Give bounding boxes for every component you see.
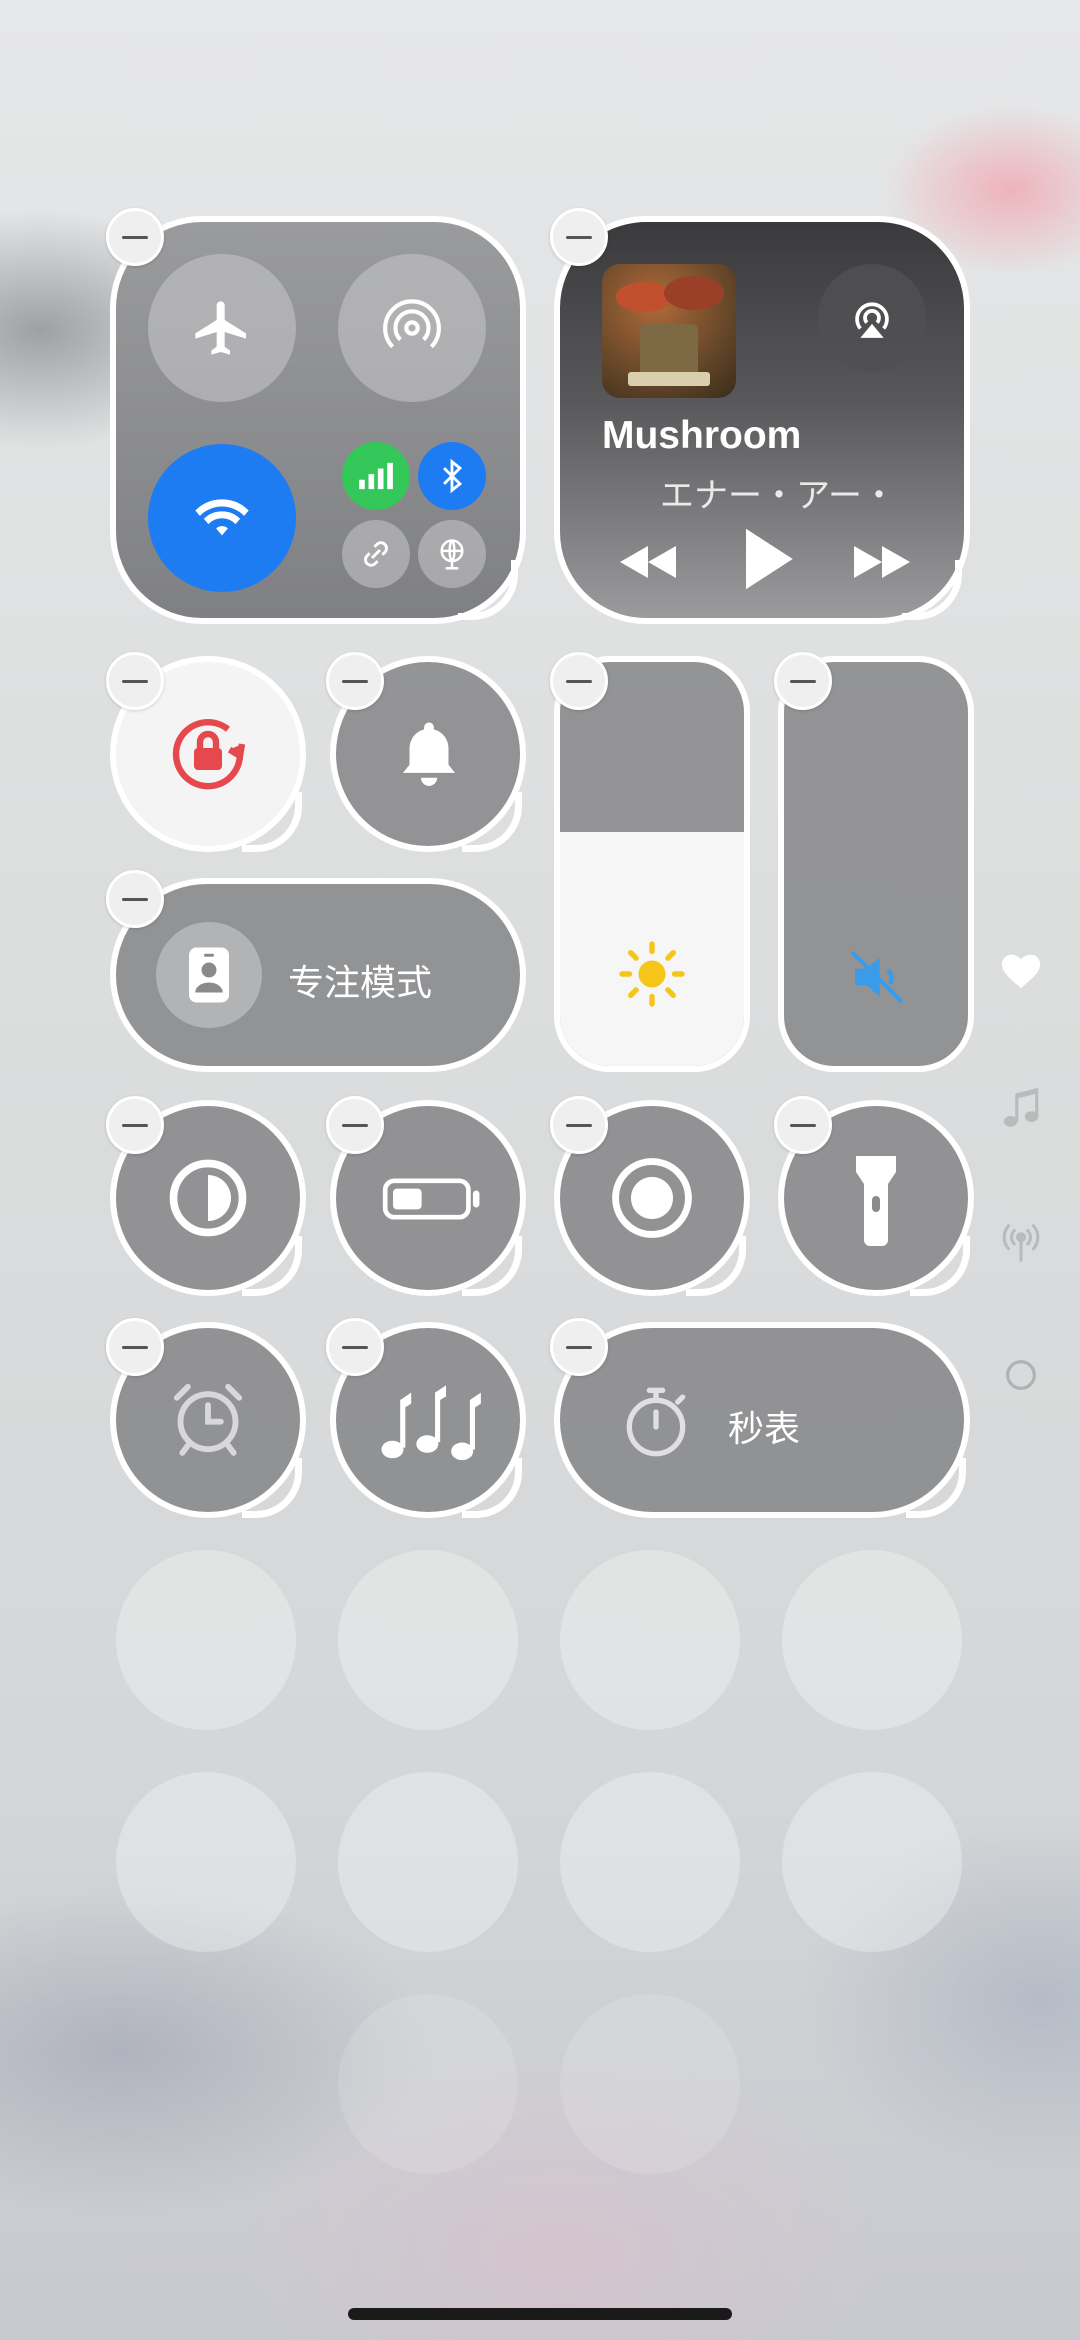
page-connectivity[interactable] — [994, 1216, 1048, 1270]
person-badge-icon — [189, 947, 229, 1003]
sun-icon — [619, 941, 685, 1007]
airdrop-button[interactable] — [338, 254, 486, 402]
play-icon — [746, 528, 793, 590]
stopwatch-icon — [626, 1387, 686, 1457]
remove-screen-record-button[interactable] — [550, 1096, 608, 1154]
page-music[interactable] — [994, 1080, 1048, 1134]
cellular-data-button[interactable] — [342, 442, 410, 510]
page-add[interactable] — [994, 1348, 1048, 1402]
brightness-slider[interactable] — [554, 656, 750, 1072]
airdrop-icon — [383, 299, 441, 349]
empty-slot[interactable] — [338, 1550, 518, 1730]
wifi-button[interactable] — [148, 444, 296, 592]
airplay-button[interactable] — [818, 264, 926, 372]
rewind-icon — [620, 546, 676, 578]
remove-stopwatch-button[interactable] — [550, 1318, 608, 1376]
remove-flashlight-button[interactable] — [774, 1096, 832, 1154]
remove-connectivity-button[interactable] — [106, 208, 164, 266]
hotspot-button[interactable] — [342, 520, 410, 588]
empty-slot[interactable] — [338, 1994, 518, 2174]
circle-icon — [1006, 1360, 1036, 1390]
track-title: Mushroom — [602, 414, 802, 457]
empty-slot[interactable] — [338, 1772, 518, 1952]
airplay-audio-icon — [855, 302, 889, 338]
heart-icon — [1001, 954, 1041, 989]
empty-slot[interactable] — [116, 1550, 296, 1730]
volume-slider[interactable] — [778, 656, 974, 1072]
empty-slot[interactable] — [782, 1772, 962, 1952]
bell-icon — [403, 722, 455, 786]
antenna-icon — [1002, 1224, 1040, 1262]
battery-icon — [382, 1178, 480, 1220]
rotation-lock-icon — [172, 719, 246, 790]
focus-icon-circle — [156, 922, 262, 1028]
remove-rotation-lock-button[interactable] — [106, 652, 164, 710]
remove-volume-button[interactable] — [774, 652, 832, 710]
wifi-icon — [195, 499, 249, 536]
page-favorites[interactable] — [994, 944, 1048, 994]
remove-now-playing-button[interactable] — [550, 208, 608, 266]
remove-music-recognition-button[interactable] — [326, 1318, 384, 1376]
bluetooth-button[interactable] — [418, 442, 486, 510]
focus-label: 专注模式 — [288, 962, 433, 1003]
rewind-button[interactable] — [616, 540, 680, 589]
track-artist: エナー・アー・ — [660, 477, 896, 515]
empty-slot[interactable] — [560, 1772, 740, 1952]
remove-brightness-button[interactable] — [550, 652, 608, 710]
record-icon — [612, 1158, 692, 1238]
empty-slot[interactable] — [782, 1550, 962, 1730]
alarm-clock-icon — [173, 1383, 243, 1456]
focus-mode-button[interactable]: 专注模式 — [110, 878, 526, 1072]
empty-slot[interactable] — [560, 1994, 740, 2174]
cellular-icon — [359, 462, 393, 490]
flashlight-icon — [856, 1156, 896, 1246]
airplane-mode-button[interactable] — [148, 254, 296, 402]
remove-dark-mode-button[interactable] — [106, 1096, 164, 1154]
empty-slot[interactable] — [116, 1772, 296, 1952]
remove-low-power-button[interactable] — [326, 1096, 384, 1154]
airplane-icon — [195, 301, 246, 355]
music-note-icon — [1003, 1087, 1039, 1127]
album-art[interactable] — [602, 264, 736, 398]
remove-silent-button[interactable] — [326, 652, 384, 710]
bluetooth-icon — [443, 458, 463, 494]
remove-alarm-button[interactable] — [106, 1318, 164, 1376]
stopwatch-label: 秒表 — [728, 1408, 801, 1449]
remove-focus-button[interactable] — [106, 870, 164, 928]
home-indicator[interactable] — [348, 2308, 732, 2320]
play-button[interactable] — [740, 526, 796, 597]
music-notes-icon — [381, 1385, 481, 1461]
speaker-muted-icon — [850, 950, 904, 1004]
empty-slot[interactable] — [560, 1550, 740, 1730]
personal-hotspot-icon — [364, 541, 388, 567]
dark-mode-icon — [169, 1159, 247, 1237]
